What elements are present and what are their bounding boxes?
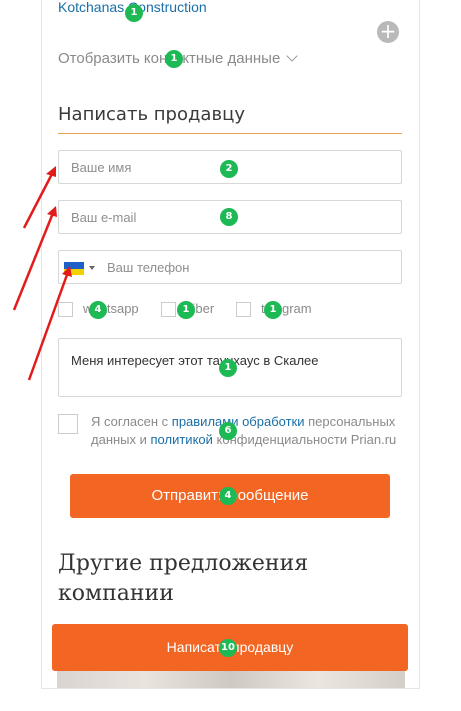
arrow-to-phone (27, 271, 70, 381)
annotation-arrows (12, 166, 72, 381)
arrow-head (47, 206, 57, 217)
arrow-to-email (12, 212, 55, 311)
arrow-head (46, 166, 56, 177)
arrow-to-name (22, 171, 55, 229)
arrow-head (62, 266, 72, 277)
